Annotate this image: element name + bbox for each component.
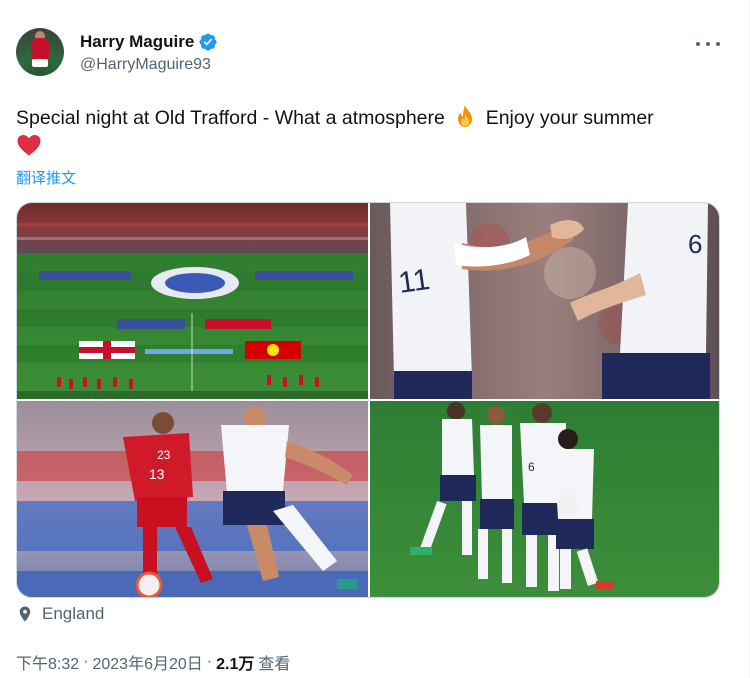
location-pin-icon — [19, 606, 31, 622]
players-hand-slap-photo[interactable]: 11 6 — [370, 203, 719, 399]
more-options-icon[interactable] — [696, 34, 720, 54]
tweet-date[interactable]: 2023年6月20日 — [92, 650, 202, 674]
translate-tweet-link[interactable]: 翻译推文 — [16, 167, 76, 188]
author-display-name[interactable]: Harry Maguire — [80, 32, 194, 52]
svg-text:6: 6 — [688, 229, 702, 259]
team-celebration-photo[interactable]: 6 — [370, 401, 719, 597]
svg-text:11: 11 — [396, 263, 431, 300]
tweet-text: Special night at Old Trafford - What a a… — [16, 104, 730, 160]
views-label[interactable]: 查看 — [258, 650, 290, 674]
meta-separator-2: · — [206, 653, 213, 670]
tweet-card[interactable]: Harry Maguire @HarryMaguire93 Special ni… — [0, 0, 750, 678]
meta-separator: · — [83, 653, 89, 670]
tweet-time[interactable]: 下午8:32 — [16, 650, 79, 674]
verified-badge-icon — [199, 33, 217, 51]
author-name-row[interactable]: Harry Maguire — [80, 32, 218, 52]
stadium-lineup-photo[interactable] — [17, 203, 368, 399]
svg-text:23: 23 — [157, 448, 171, 462]
tweet-header: Harry Maguire @HarryMaguire93 — [16, 28, 726, 82]
tweet-text-part-1: Special night at Old Trafford - What a a… — [16, 107, 445, 129]
tweet-meta: 下午8:32 · 2023年6月20日 · 2.1万 查看 — [16, 650, 290, 674]
media-grid: 11 6 13 23 6 — [16, 202, 720, 598]
views-count[interactable]: 2.1万 — [216, 650, 254, 674]
author-handle[interactable]: @HarryMaguire93 — [80, 56, 211, 74]
tweet-text-part-2: Enjoy your summer — [485, 107, 654, 129]
red-heart-emoji-icon — [17, 135, 41, 156]
svg-text:13: 13 — [149, 466, 165, 482]
fire-emoji-icon — [458, 105, 473, 127]
location-label: England — [42, 604, 105, 623]
avatar[interactable] — [16, 28, 64, 76]
svg-text:6: 6 — [528, 460, 535, 474]
location-tag[interactable]: England — [16, 604, 104, 624]
match-action-photo[interactable]: 13 23 — [17, 401, 368, 597]
